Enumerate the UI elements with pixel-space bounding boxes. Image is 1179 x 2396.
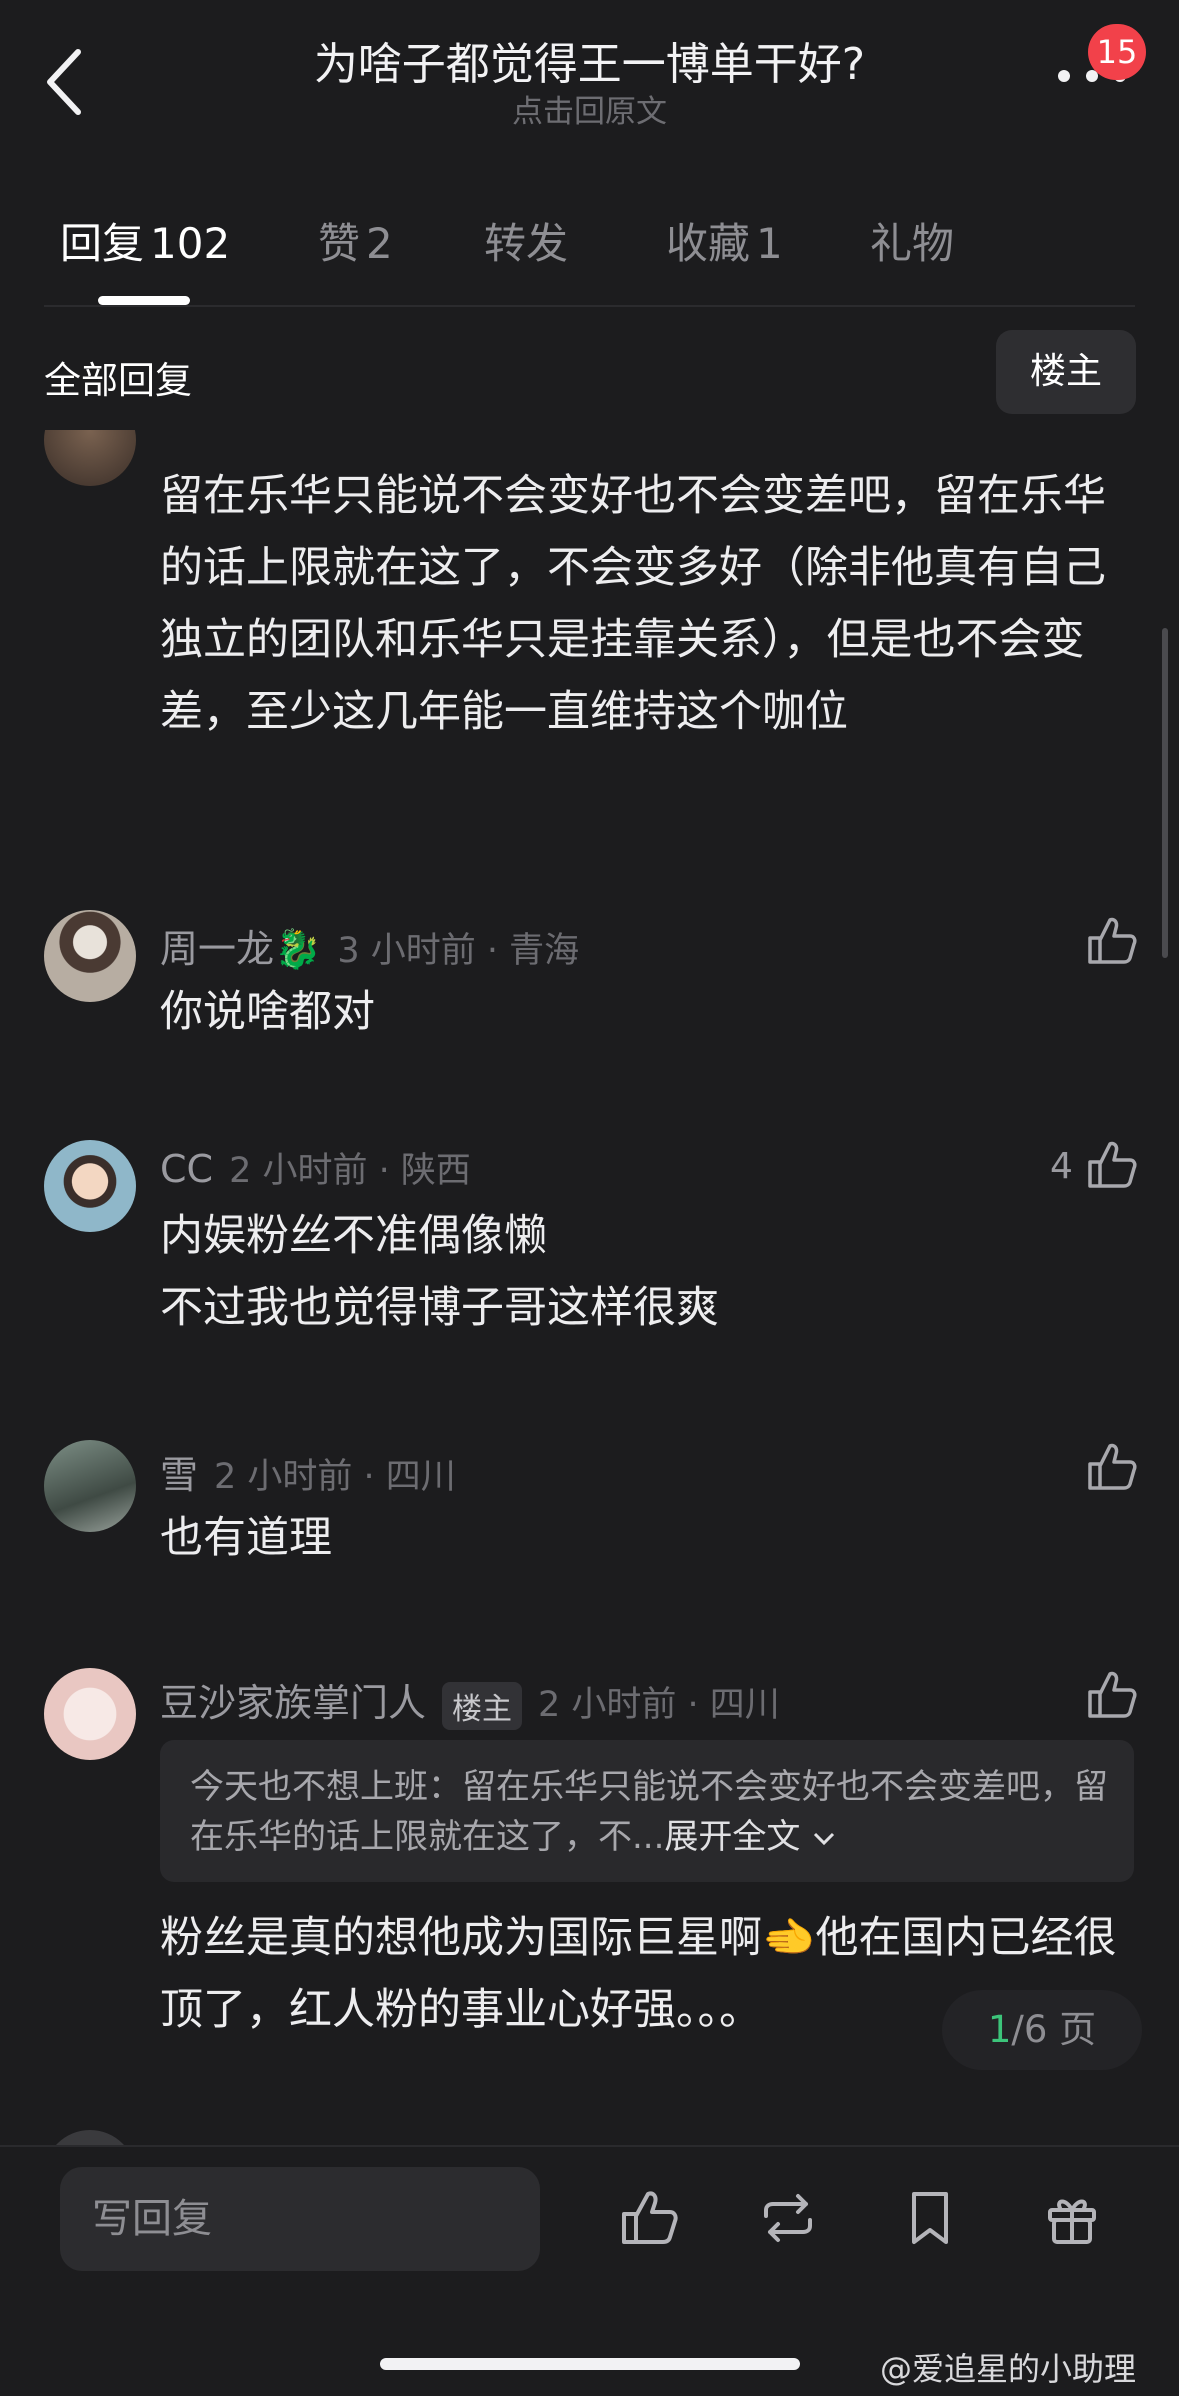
tab-count: 2 <box>366 219 393 268</box>
comment-meta: 2 小时前 · 陕西 <box>229 1151 471 1191</box>
avatar[interactable] <box>44 910 136 1002</box>
comment-meta: 2 小时前 · 四川 <box>538 1685 780 1725</box>
like-count: 4 <box>1050 1146 1073 1187</box>
comment-text: 也有道理 <box>160 1513 332 1563</box>
tab-likes[interactable]: 赞2 <box>318 210 393 271</box>
post-title[interactable]: 为啥子都觉得王一博单干好? <box>0 28 1179 92</box>
all-replies-label[interactable]: 全部回复 <box>44 350 192 404</box>
comment-text: 你说啥都对 <box>160 987 375 1037</box>
username[interactable]: 豆沙家族掌门人 <box>160 1681 426 1725</box>
avatar[interactable] <box>44 1140 136 1232</box>
avatar[interactable] <box>44 430 136 486</box>
gift-icon[interactable] <box>1040 2186 1104 2250</box>
username[interactable]: 周一龙🐉 <box>160 927 321 971</box>
active-tab-indicator <box>98 296 190 305</box>
current-page: 1 <box>987 2008 1012 2051</box>
weibo-watermark: @爱追星的小助理 <box>880 2350 1137 2388</box>
username[interactable]: CC <box>160 1147 213 1191</box>
avatar[interactable] <box>44 1440 136 1532</box>
comment-meta: 2 小时前 · 四川 <box>214 1457 456 1497</box>
bookmark-icon[interactable] <box>898 2186 962 2250</box>
reply-input[interactable]: 写回复 <box>60 2167 540 2271</box>
repost-icon[interactable] <box>756 2186 820 2250</box>
username[interactable]: 雪 <box>160 1453 198 1497</box>
quoted-text: 今天也不想上班：留在乐华只能说不会变好也不会变差吧，留在乐华的话上限就在这了，不… <box>190 1767 1108 1857</box>
tab-label: 赞 <box>318 219 361 268</box>
tab-label: 转发 <box>484 219 569 268</box>
tab-favorites[interactable]: 收藏 1 <box>666 210 783 271</box>
comment-line: 内娱粉丝不准偶像懒 <box>160 1211 547 1261</box>
comment-text: 留在乐华只能说不会变好也不会变差吧，留在乐华的话上限就在这了，不会变多好（除非他… <box>160 471 1106 737</box>
tab-label: 礼物 <box>870 219 955 268</box>
tab-label: 回复 <box>60 219 145 268</box>
op-tag: 楼主 <box>442 1681 523 1730</box>
avatar[interactable] <box>44 1668 136 1760</box>
tab-gifts[interactable]: 礼物 <box>870 210 954 271</box>
thumbs-up-icon[interactable] <box>1084 1668 1138 1722</box>
reply-tabs: 回复 102 赞2 转发 收藏 1 礼物 <box>0 210 1179 280</box>
thumbs-up-icon[interactable] <box>1084 914 1138 968</box>
page-indicator[interactable]: 1/6 页 <box>942 1990 1142 2070</box>
comment-list: 留在乐华只能说不会变好也不会变差吧，留在乐华的话上限就在这了，不会变多好（除非他… <box>0 430 1179 2145</box>
thumbs-up-icon[interactable] <box>1084 1138 1138 1192</box>
tab-count: 102 <box>150 219 231 268</box>
op-only-button[interactable]: 楼主 <box>996 330 1136 414</box>
notification-badge: 15 <box>1088 24 1146 80</box>
expand-full-text-link[interactable]: 展开全文 <box>664 1817 800 1857</box>
comment-text: 内娱粉丝不准偶像懒 不过我也觉得博子哥这样很爽 <box>160 1200 1145 1344</box>
thumbs-up-icon[interactable] <box>1084 1440 1138 1494</box>
total-pages: /6 页 <box>1011 2008 1097 2051</box>
comment-meta: 3 小时前 · 青海 <box>337 931 580 971</box>
tab-replies[interactable]: 回复 102 <box>60 210 230 271</box>
comment-line: 不过我也觉得博子哥这样很爽 <box>160 1283 719 1333</box>
tab-reposts[interactable]: 转发 <box>484 210 568 271</box>
quoted-reply[interactable]: 今天也不想上班：留在乐华只能说不会变好也不会变差吧，留在乐华的话上限就在这了，不… <box>160 1740 1134 1882</box>
back-to-original-link[interactable]: 点击回原文 <box>0 86 1179 131</box>
chevron-down-icon <box>814 1832 835 1845</box>
tab-count: 1 <box>756 219 783 268</box>
home-indicator[interactable] <box>380 2358 800 2370</box>
tabs-divider <box>44 305 1135 307</box>
avatar[interactable] <box>44 2130 136 2145</box>
like-icon[interactable] <box>616 2186 680 2250</box>
tab-label: 收藏 <box>666 219 751 268</box>
